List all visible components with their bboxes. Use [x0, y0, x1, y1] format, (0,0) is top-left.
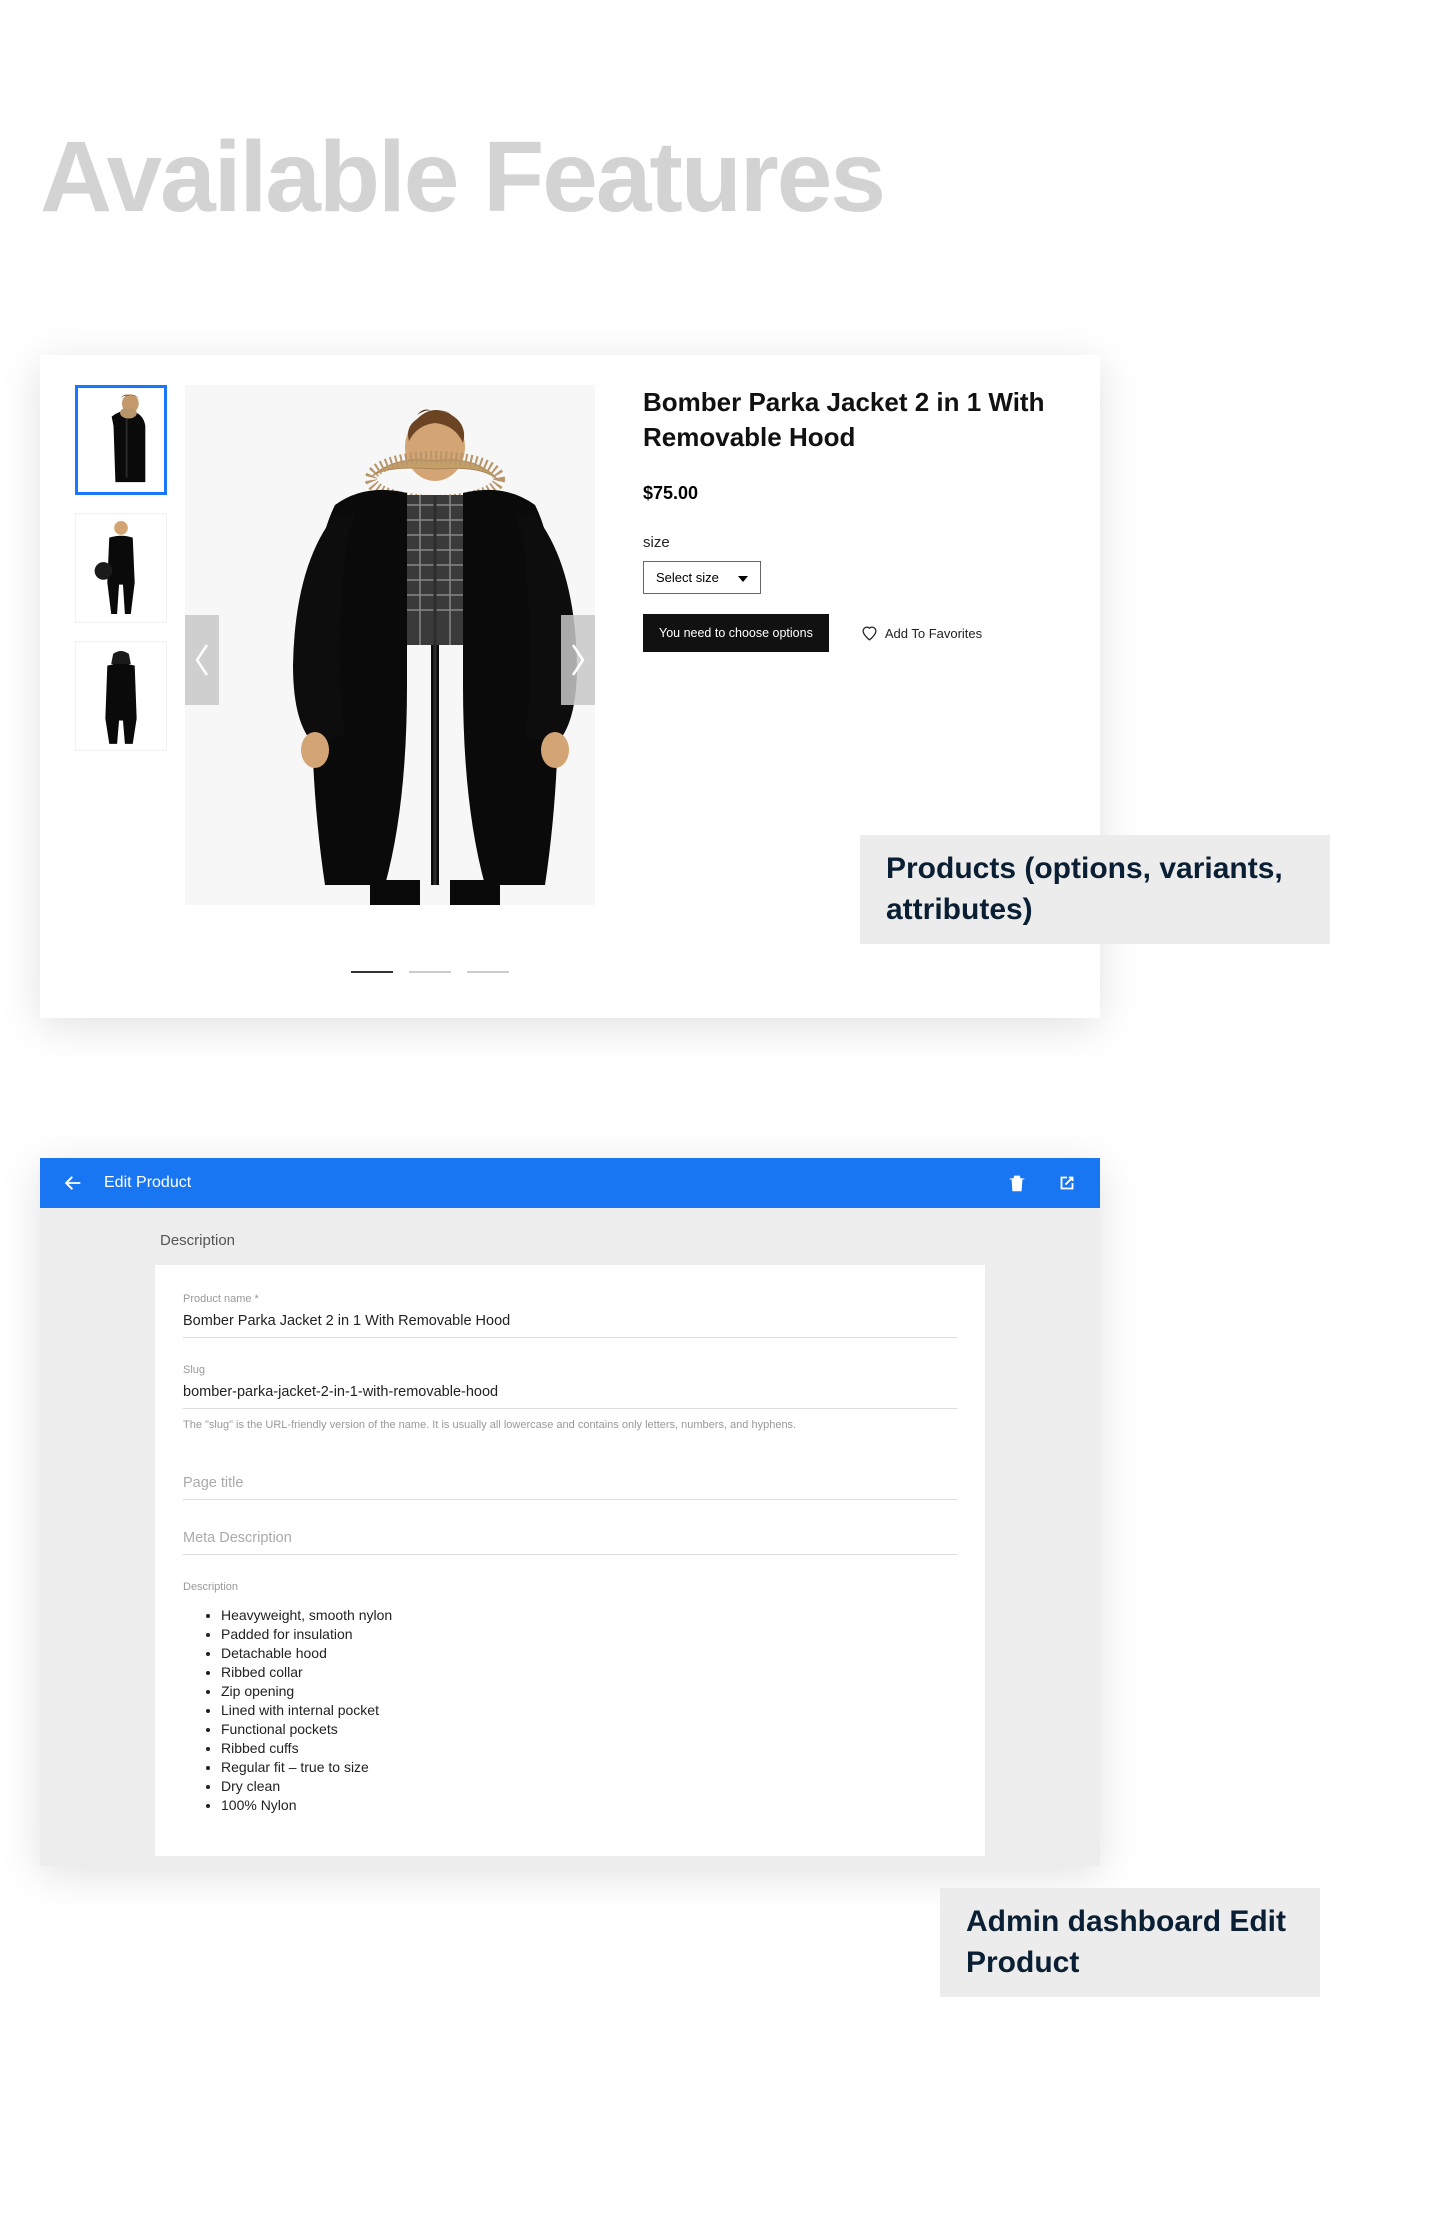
feature-caption-products: Products (options, variants, attributes) — [860, 835, 1330, 944]
thumbnail-list — [75, 385, 167, 905]
field-page-title[interactable]: Page title — [183, 1471, 957, 1500]
field-slug[interactable]: Slug bomber-parka-jacket-2-in-1-with-rem… — [183, 1364, 957, 1409]
model-icon — [78, 388, 164, 492]
product-title: Bomber Parka Jacket 2 in 1 With Removabl… — [643, 385, 1065, 455]
option-label-size: size — [643, 534, 1065, 551]
thumbnail-2[interactable] — [75, 513, 167, 623]
model-icon — [76, 514, 166, 622]
label-slug: Slug — [183, 1364, 957, 1376]
page-title: Available Features — [40, 120, 1400, 235]
admin-form-card: Product name * Bomber Parka Jacket 2 in … — [155, 1265, 985, 1856]
back-arrow-icon[interactable] — [62, 1172, 84, 1194]
carousel-dot-1[interactable] — [351, 971, 393, 973]
label-product-name: Product name * — [183, 1293, 957, 1305]
carousel-dot-3[interactable] — [467, 971, 509, 973]
description-bullet-list[interactable]: Heavyweight, smooth nylon Padded for insu… — [183, 1607, 957, 1813]
thumbnail-3[interactable] — [75, 641, 167, 751]
description-bullet: Dry clean — [221, 1778, 957, 1794]
main-product-image — [185, 385, 595, 905]
favorite-label: Add To Favorites — [885, 626, 982, 641]
description-bullet: Detachable hood — [221, 1645, 957, 1661]
description-bullet: Padded for insulation — [221, 1626, 957, 1642]
add-to-favorites-button[interactable]: Add To Favorites — [861, 625, 982, 642]
input-page-title[interactable]: Page title — [183, 1471, 957, 1500]
product-card: Bomber Parka Jacket 2 in 1 With Removabl… — [40, 355, 1100, 1018]
description-bullet: Ribbed collar — [221, 1664, 957, 1680]
thumbnail-1[interactable] — [75, 385, 167, 495]
delete-icon[interactable] — [1006, 1172, 1028, 1194]
chevron-left-icon — [193, 643, 211, 677]
slug-hint: The "slug" is the URL-friendly version o… — [183, 1419, 957, 1431]
admin-bar-title: Edit Product — [104, 1174, 191, 1192]
carousel-next-button[interactable] — [561, 615, 595, 705]
model-icon — [76, 642, 166, 750]
chevron-right-icon — [569, 643, 587, 677]
field-product-name[interactable]: Product name * Bomber Parka Jacket 2 in … — [183, 1293, 957, 1338]
label-description: Description — [183, 1581, 957, 1593]
heart-icon — [861, 625, 878, 642]
add-to-cart-button[interactable]: You need to choose options — [643, 614, 829, 652]
size-select-value: Select size — [656, 570, 719, 585]
description-bullet: 100% Nylon — [221, 1797, 957, 1813]
product-price: $75.00 — [643, 483, 1065, 504]
description-bullet: Regular fit – true to size — [221, 1759, 957, 1775]
feature-caption-admin: Admin dashboard Edit Product — [940, 1888, 1320, 1997]
section-label-description: Description — [40, 1208, 1100, 1265]
open-external-icon[interactable] — [1056, 1172, 1078, 1194]
admin-panel: Edit Product Description Product name * … — [40, 1158, 1100, 1866]
model-image-icon — [185, 385, 595, 905]
description-bullet: Lined with internal pocket — [221, 1702, 957, 1718]
input-meta-description[interactable]: Meta Description — [183, 1526, 957, 1555]
input-slug[interactable]: bomber-parka-jacket-2-in-1-with-removabl… — [183, 1380, 957, 1409]
input-product-name[interactable]: Bomber Parka Jacket 2 in 1 With Removabl… — [183, 1309, 957, 1338]
description-bullet: Heavyweight, smooth nylon — [221, 1607, 957, 1623]
field-meta-description[interactable]: Meta Description — [183, 1526, 957, 1555]
description-bullet: Functional pockets — [221, 1721, 957, 1737]
description-bullet: Ribbed cuffs — [221, 1740, 957, 1756]
description-bullet: Zip opening — [221, 1683, 957, 1699]
admin-topbar: Edit Product — [40, 1158, 1100, 1208]
carousel-prev-button[interactable] — [185, 615, 219, 705]
size-select[interactable]: Select size — [643, 561, 761, 594]
carousel-indicators — [225, 960, 635, 978]
carousel-dot-2[interactable] — [409, 971, 451, 973]
